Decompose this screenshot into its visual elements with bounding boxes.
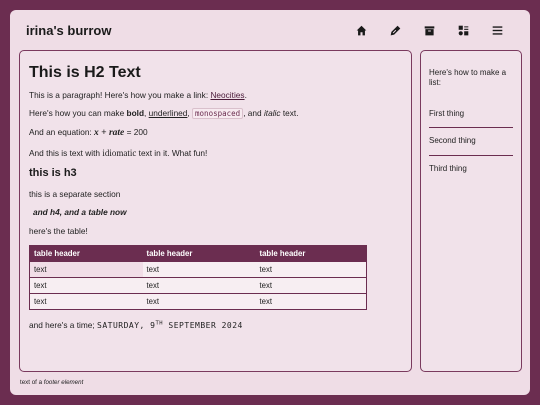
table-cell: text [29, 293, 143, 310]
table-row: text text text [29, 293, 367, 310]
site-title[interactable]: irina's burrow [26, 23, 111, 38]
idiomatic-text: idiomatic [102, 147, 137, 158]
table-cell: text [255, 277, 367, 294]
sidebar-intro: Here's how to make a list: [429, 68, 507, 88]
shapes-icon[interactable] [446, 18, 480, 42]
equation: x + rate [94, 127, 125, 138]
underlined-text: underlined [148, 108, 188, 119]
italic-text: italic [263, 108, 281, 119]
sidebar-list: First thing Second thing Third thing [429, 101, 513, 182]
home-icon[interactable] [344, 18, 378, 42]
list-item[interactable]: First thing [429, 101, 513, 129]
page-title: This is H2 Text [29, 64, 141, 81]
table-cell: text [142, 261, 256, 278]
pen-icon[interactable] [378, 18, 412, 42]
neocities-link[interactable]: Neocities [210, 90, 244, 100]
table-cell: text [255, 261, 367, 278]
paragraph-link: This is a paragraph! Here's how you make… [29, 90, 247, 100]
subsection-heading: and h4, and a table now [33, 206, 127, 217]
sidebar: Here's how to make a list: First thing S… [420, 50, 522, 372]
paragraph-equation: And an equation: x + rate = 200 [29, 126, 148, 138]
bold-text: bold [126, 108, 145, 119]
data-table: table header table header table header t… [29, 244, 367, 311]
table-header-row: table header table header table header [29, 245, 367, 262]
table-header: table header [29, 245, 143, 262]
table-cell: text [29, 277, 143, 294]
site-header: irina's burrow [10, 10, 530, 50]
table-header: table header [255, 245, 367, 262]
paragraph-formatting: Here's how you can make bold, underlined… [29, 108, 299, 120]
paragraph-idiomatic: And this is text with idiomatic text in … [29, 147, 208, 158]
menu-icon[interactable] [480, 18, 514, 42]
archive-icon[interactable] [412, 18, 446, 42]
nav-bar [344, 18, 514, 42]
table-cell: text [255, 293, 367, 310]
table-header: table header [142, 245, 256, 262]
table-cell: text [142, 293, 256, 310]
list-item[interactable]: Second thing [429, 128, 513, 156]
time-value: SATURDAY, 9TH SEPTEMBER 2024 [97, 320, 243, 331]
table-intro: here's the table! [29, 226, 88, 237]
main-content: This is H2 Text This is a paragraph! Her… [19, 50, 412, 372]
section-text: this is a separate section [29, 188, 121, 199]
table-cell: text [29, 261, 143, 278]
list-item[interactable]: Third thing [429, 156, 513, 182]
table-row: text text text [29, 261, 367, 278]
section-heading: this is h3 [29, 166, 77, 179]
time-paragraph: and here's a time; SATURDAY, 9TH SEPTEMB… [29, 320, 243, 331]
table-cell: text [142, 277, 256, 294]
monospaced-text: monospaced [192, 108, 244, 120]
page-frame: irina's burrow This is H2 Text This is a… [10, 10, 530, 395]
table-row: text text text [29, 277, 367, 294]
footer: text of a footer element [20, 379, 84, 386]
